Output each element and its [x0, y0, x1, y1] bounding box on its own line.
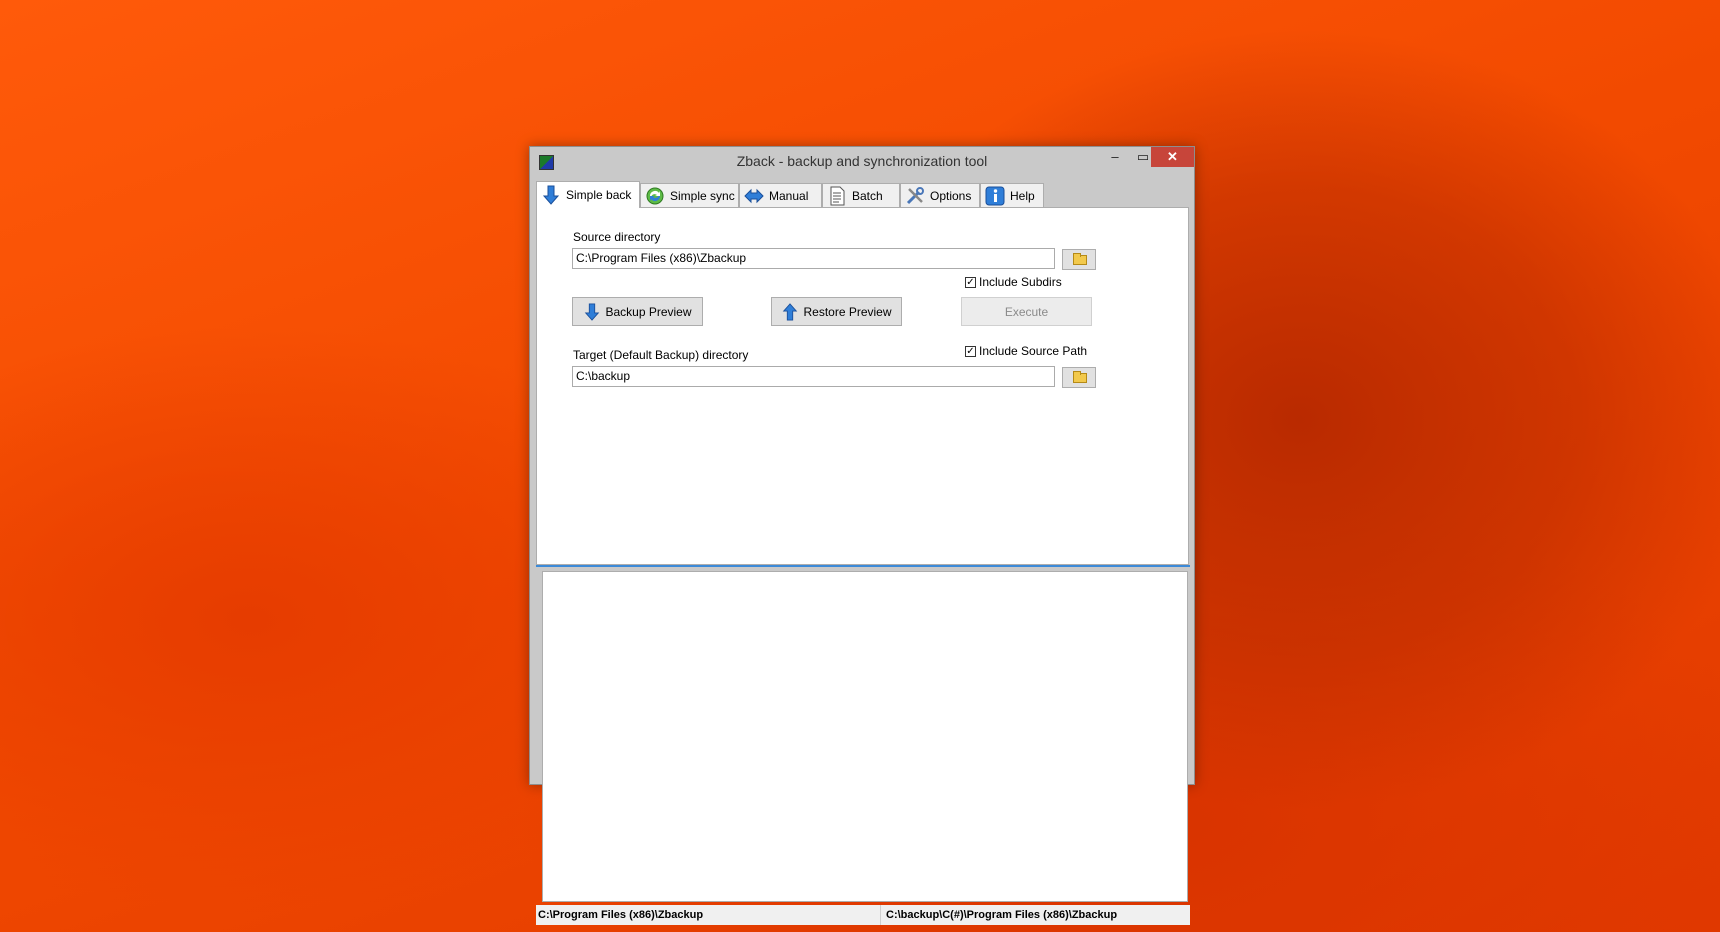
target-directory-input[interactable]: C:\backup	[572, 366, 1055, 387]
tab-options[interactable]: Options	[900, 183, 980, 207]
backup-preview-label: Backup Preview	[605, 304, 692, 319]
status-separator	[880, 905, 881, 925]
tab-strip: Simple back Simple sync Manual Batch Opt…	[536, 181, 1188, 208]
include-source-path-label: Include Source Path	[979, 344, 1088, 358]
tab-simple-back[interactable]: Simple back	[536, 181, 640, 208]
tab-simple-sync[interactable]: Simple sync	[640, 183, 739, 207]
include-subdirs-checkbox[interactable]: ✓ Include Subdirs	[965, 275, 1062, 289]
tab-label: Manual	[769, 188, 809, 203]
status-bar: C:\Program Files (x86)\Zbackup C:\backup…	[536, 905, 1190, 925]
panel-splitter[interactable]	[536, 565, 1190, 567]
log-output-area[interactable]	[542, 571, 1188, 902]
title-bar[interactable]: Zback - backup and synchronization tool …	[530, 147, 1194, 175]
folder-icon	[1073, 371, 1087, 383]
source-directory-label: Source directory	[573, 230, 661, 244]
tab-help[interactable]: Help	[980, 183, 1044, 207]
status-source-path: C:\Program Files (x86)\Zbackup	[538, 909, 704, 921]
include-source-path-checkbox[interactable]: ✓ Include Source Path	[965, 344, 1087, 358]
sync-icon	[646, 187, 664, 204]
window-title: Zback - backup and synchronization tool	[736, 153, 988, 169]
restore-preview-button[interactable]: Restore Preview	[771, 297, 902, 326]
tab-batch[interactable]: Batch	[822, 183, 900, 207]
minimize-button[interactable]: ‒	[1101, 147, 1129, 167]
simple-back-panel: Source directory C:\Program Files (x86)\…	[536, 207, 1189, 565]
tab-label: Options	[930, 188, 972, 203]
close-button[interactable]: ✕	[1151, 147, 1194, 167]
tools-icon	[906, 186, 924, 204]
browse-target-button[interactable]	[1062, 367, 1096, 388]
document-icon	[830, 186, 845, 205]
source-directory-input[interactable]: C:\Program Files (x86)\Zbackup	[572, 248, 1055, 269]
tab-label: Simple back	[566, 188, 632, 202]
restore-preview-label: Restore Preview	[803, 304, 892, 319]
status-target-path: C:\backup\C(#)\Program Files (x86)\Zback…	[886, 909, 1118, 921]
folder-icon	[1073, 253, 1087, 265]
tab-label: Simple sync	[670, 188, 735, 203]
up-arrow-icon	[783, 302, 798, 321]
backup-preview-button[interactable]: Backup Preview	[572, 297, 703, 326]
info-icon	[985, 186, 1005, 205]
checkbox-box: ✓	[965, 276, 976, 288]
app-window: Zback - backup and synchronization tool …	[529, 146, 1195, 925]
down-arrow-icon	[585, 302, 600, 321]
target-directory-label: Target (Default Backup) directory	[573, 348, 749, 362]
checkbox-box: ✓	[965, 345, 976, 357]
include-subdirs-label: Include Subdirs	[979, 275, 1062, 289]
tab-label: Help	[1010, 188, 1035, 203]
execute-label: Execute	[1004, 304, 1049, 319]
tab-manual[interactable]: Manual	[739, 183, 822, 207]
down-arrow-icon	[542, 185, 560, 205]
execute-button[interactable]: Execute	[961, 297, 1092, 326]
tab-label: Batch	[852, 188, 883, 203]
double-arrow-icon	[744, 188, 764, 203]
browse-source-button[interactable]	[1062, 249, 1096, 270]
desktop-wallpaper	[0, 0, 1, 1]
